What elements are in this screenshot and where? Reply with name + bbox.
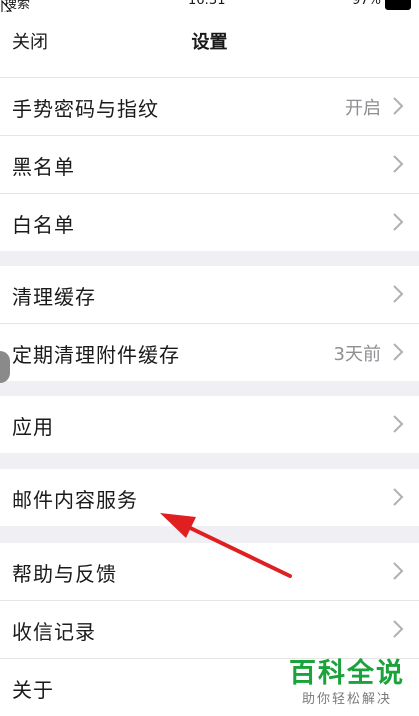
row-label: 应用 — [12, 415, 54, 439]
row-label: 白名单 — [12, 213, 75, 237]
settings-row-clear-cache[interactable]: 清理缓存 — [0, 266, 419, 324]
settings-row-auto-clear-attachments[interactable]: 定期清理附件缓存 3天前 — [0, 324, 419, 381]
status-time: 16:31 — [188, 0, 226, 8]
settings-group-cache: 清理缓存 定期清理附件缓存 3天前 — [0, 266, 419, 381]
row-label: 收信记录 — [12, 620, 96, 644]
chevron-right-icon — [393, 620, 404, 638]
page-title: 设置 — [191, 32, 228, 53]
row-label: 定期清理附件缓存 — [12, 343, 180, 367]
battery-percent: 97% — [352, 0, 381, 8]
settings-row-blacklist[interactable]: 黑名单 — [0, 136, 419, 194]
settings-group-mail-service: 邮件内容服务 — [0, 469, 419, 526]
chevron-right-icon — [393, 97, 404, 115]
row-label: 关于 — [12, 678, 54, 702]
battery-icon — [385, 0, 411, 10]
nav-bar: 关闭 设置 — [0, 12, 419, 66]
chevron-right-icon — [393, 488, 404, 506]
header-spacer — [0, 66, 419, 78]
status-bar: 搜索 16:31 97% — [0, 0, 419, 12]
chevron-right-icon — [393, 343, 404, 361]
row-label: 手势密码与指纹 — [12, 97, 159, 121]
row-label: 邮件内容服务 — [12, 488, 138, 512]
settings-row-gesture-password[interactable]: 手势密码与指纹 开启 — [0, 78, 419, 136]
chevron-right-icon — [393, 285, 404, 303]
settings-row-help-feedback[interactable]: 帮助与反馈 — [0, 543, 419, 601]
chevron-right-icon — [393, 213, 404, 231]
row-label: 帮助与反馈 — [12, 562, 117, 586]
row-value: 开启 — [345, 98, 381, 119]
settings-row-whitelist[interactable]: 白名单 — [0, 194, 419, 251]
row-label: 清理缓存 — [12, 285, 96, 309]
settings-row-mail-content-service[interactable]: 邮件内容服务 — [0, 469, 419, 526]
row-value: 3天前 — [333, 344, 381, 365]
settings-row-apps[interactable]: 应用 — [0, 396, 419, 453]
chevron-right-icon — [393, 155, 404, 173]
row-label: 黑名单 — [12, 155, 75, 179]
watermark-logo: 百科全说 助你轻松解决 — [289, 651, 405, 707]
settings-group-security: 手势密码与指纹 开启 黑名单 白名单 — [0, 78, 419, 251]
watermark-title: 百科全说 — [289, 658, 405, 689]
settings-group-apps: 应用 — [0, 396, 419, 453]
watermark-subtitle: 助你轻松解决 — [301, 692, 392, 707]
chevron-right-icon — [393, 415, 404, 433]
chevron-right-icon — [393, 562, 404, 580]
floating-assistive-button[interactable] — [0, 351, 10, 383]
